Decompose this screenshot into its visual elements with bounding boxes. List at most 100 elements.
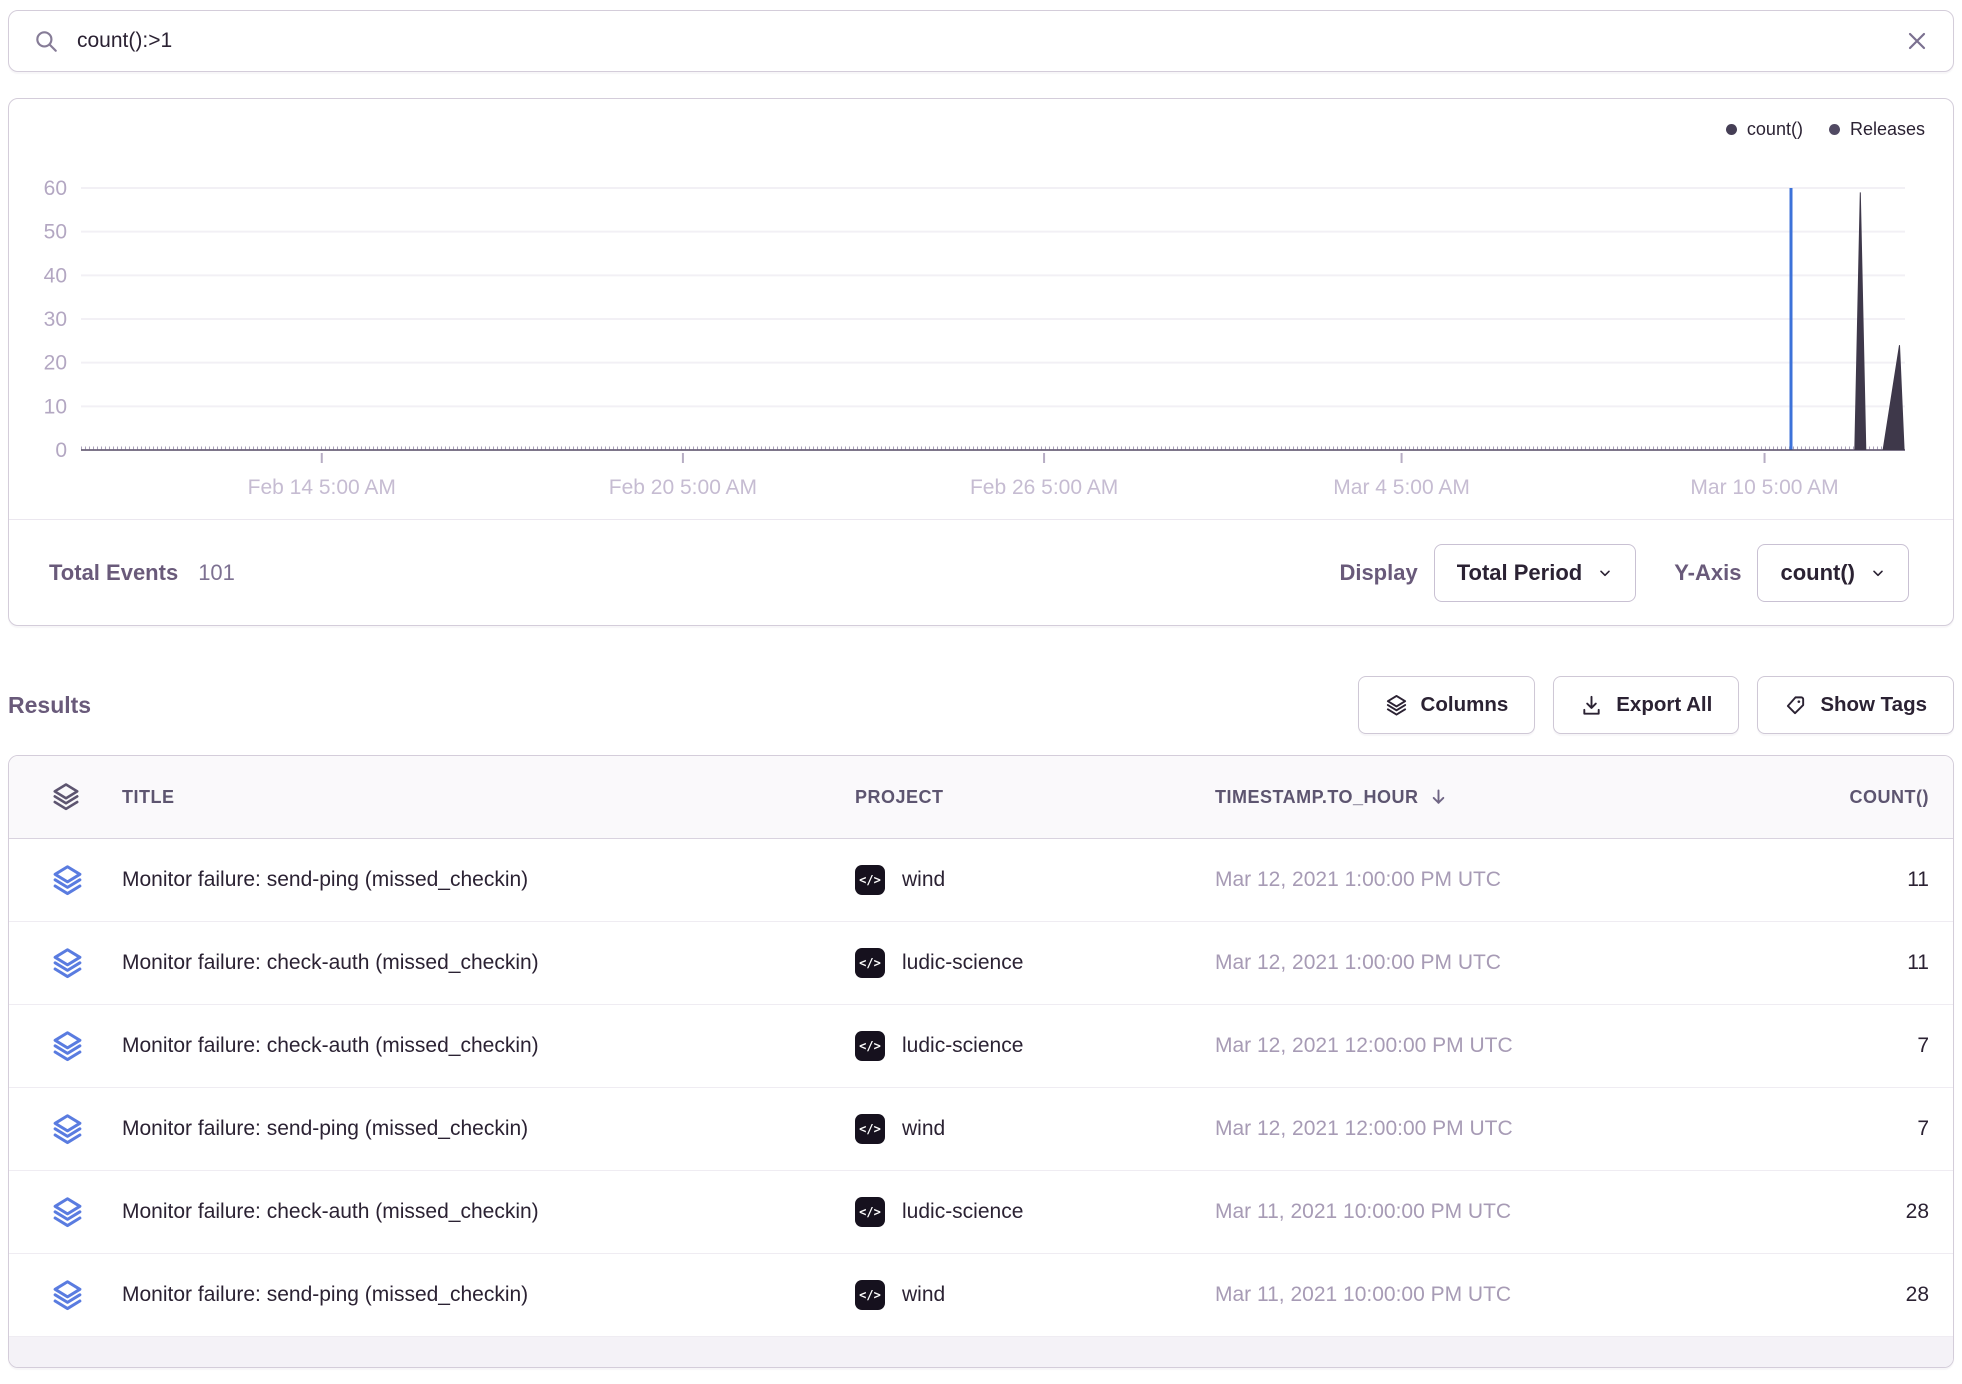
table-row[interactable]: Monitor failure: send-ping (missed_check…: [9, 1088, 1953, 1171]
header-icon-cell: [27, 780, 122, 814]
row-timestamp: Mar 12, 2021 1:00:00 PM UTC: [1215, 868, 1705, 892]
yaxis-select-value: count(): [1780, 560, 1855, 586]
row-count: 11: [1907, 951, 1929, 975]
display-select-value: Total Period: [1457, 560, 1583, 586]
show-tags-button[interactable]: Show Tags: [1757, 676, 1954, 734]
total-events-label: Total Events: [49, 560, 178, 586]
row-count: 28: [1906, 1283, 1929, 1307]
x-axis-tick-label: Feb 26 5:00 AM: [970, 476, 1118, 499]
y-axis-tick-label: 30: [44, 308, 67, 331]
results-table: TITLE PROJECT TIMESTAMP.TO_HOUR COUNT() …: [8, 755, 1954, 1368]
project-name: wind: [902, 1283, 945, 1307]
table-row[interactable]: Monitor failure: send-ping (missed_check…: [9, 1254, 1953, 1337]
results-heading: Results: [8, 692, 91, 719]
project-name: ludic-science: [902, 1200, 1023, 1224]
yaxis-select[interactable]: count(): [1757, 544, 1909, 602]
platform-icon: </>: [855, 865, 885, 895]
row-title[interactable]: Monitor failure: send-ping (missed_check…: [122, 1117, 855, 1141]
project-name: wind: [902, 868, 945, 892]
x-axis-tick-label: Feb 20 5:00 AM: [609, 476, 757, 499]
table-row[interactable]: Monitor failure: check-auth (missed_chec…: [9, 922, 1953, 1005]
platform-icon: </>: [855, 1031, 885, 1061]
row-title[interactable]: Monitor failure: check-auth (missed_chec…: [122, 951, 855, 975]
row-title[interactable]: Monitor failure: send-ping (missed_check…: [122, 1283, 855, 1307]
results-actions: Columns Export All Show Tags: [1358, 676, 1954, 734]
row-icon-cell: [27, 1028, 122, 1065]
column-header-project[interactable]: PROJECT: [855, 787, 1215, 808]
row-title[interactable]: Monitor failure: send-ping (missed_check…: [122, 868, 855, 892]
chevron-down-icon: [1870, 565, 1886, 581]
display-label: Display: [1339, 560, 1417, 586]
platform-icon: </>: [855, 1280, 885, 1310]
table-footer: [9, 1337, 1953, 1367]
row-icon-cell: [27, 1194, 122, 1231]
row-timestamp: Mar 12, 2021 12:00:00 PM UTC: [1215, 1034, 1705, 1058]
legend-label: Releases: [1850, 119, 1925, 140]
row-icon-cell: [27, 1111, 122, 1148]
row-title[interactable]: Monitor failure: check-auth (missed_chec…: [122, 1200, 855, 1224]
table-header: TITLE PROJECT TIMESTAMP.TO_HOUR COUNT(): [9, 756, 1953, 839]
row-icon-cell: [27, 945, 122, 982]
y-axis-tick-label: 0: [55, 439, 67, 462]
project-name: wind: [902, 1117, 945, 1141]
stack-icon: [51, 780, 81, 814]
total-events-value: 101: [198, 560, 235, 586]
legend-item[interactable]: Releases: [1829, 119, 1925, 140]
platform-icon: </>: [855, 1114, 885, 1144]
column-header-count[interactable]: COUNT(): [1850, 787, 1929, 808]
platform-icon: </>: [855, 948, 885, 978]
legend-dot-icon: [1829, 124, 1840, 135]
table-row[interactable]: Monitor failure: send-ping (missed_check…: [9, 839, 1953, 922]
row-project: </> wind: [855, 865, 1215, 895]
row-timestamp: Mar 11, 2021 10:00:00 PM UTC: [1215, 1200, 1705, 1224]
stack-icon: [51, 1277, 84, 1314]
export-all-button[interactable]: Export All: [1553, 676, 1739, 734]
row-project: </> ludic-science: [855, 1031, 1215, 1061]
column-header-timestamp-label: TIMESTAMP.TO_HOUR: [1215, 787, 1419, 808]
stack-icon: [51, 1194, 84, 1231]
project-name: ludic-science: [902, 1034, 1023, 1058]
button-label: Export All: [1616, 693, 1712, 717]
x-axis-tick-label: Feb 14 5:00 AM: [248, 476, 396, 499]
stack-icon: [51, 945, 84, 982]
y-axis-tick-label: 40: [44, 264, 67, 287]
column-header-timestamp[interactable]: TIMESTAMP.TO_HOUR: [1215, 787, 1705, 808]
chart-footer: Total Events 101 Display Total Period Y-…: [9, 519, 1953, 625]
search-input[interactable]: [75, 28, 1901, 54]
row-count: 11: [1907, 868, 1929, 892]
columns-button[interactable]: Columns: [1358, 676, 1536, 734]
row-timestamp: Mar 11, 2021 10:00:00 PM UTC: [1215, 1283, 1705, 1307]
display-select[interactable]: Total Period: [1434, 544, 1637, 602]
row-project: </> wind: [855, 1114, 1215, 1144]
chart-legend: count() Releases: [1726, 119, 1925, 140]
y-axis-tick-label: 20: [44, 352, 67, 375]
row-timestamp: Mar 12, 2021 12:00:00 PM UTC: [1215, 1117, 1705, 1141]
stack-icon: [51, 1028, 84, 1065]
row-count: 28: [1906, 1200, 1929, 1224]
y-axis-tick-label: 60: [44, 177, 67, 200]
download-icon: [1580, 694, 1603, 717]
row-title[interactable]: Monitor failure: check-auth (missed_chec…: [122, 1034, 855, 1058]
platform-icon: </>: [855, 1197, 885, 1227]
table-row[interactable]: Monitor failure: check-auth (missed_chec…: [9, 1005, 1953, 1088]
row-count: 7: [1917, 1034, 1929, 1058]
legend-label: count(): [1747, 119, 1803, 140]
search-icon: [33, 28, 59, 54]
row-timestamp: Mar 12, 2021 1:00:00 PM UTC: [1215, 951, 1705, 975]
results-header: Results Columns Export All Show Tags: [8, 675, 1954, 735]
clear-search-button[interactable]: [1901, 25, 1933, 57]
row-project: </> wind: [855, 1280, 1215, 1310]
row-count: 7: [1917, 1117, 1929, 1141]
stack-icon: [51, 1111, 84, 1148]
x-axis-tick-label: Mar 4 5:00 AM: [1333, 476, 1470, 499]
row-icon-cell: [27, 862, 122, 899]
table-row[interactable]: Monitor failure: check-auth (missed_chec…: [9, 1171, 1953, 1254]
column-header-title[interactable]: TITLE: [122, 787, 855, 808]
event-volume-chart: 0102030405060Feb 14 5:00 AMFeb 20 5:00 A…: [9, 99, 1953, 511]
project-name: ludic-science: [902, 951, 1023, 975]
close-icon: [1905, 29, 1929, 53]
stack-icon: [51, 862, 84, 899]
row-project: </> ludic-science: [855, 948, 1215, 978]
legend-item[interactable]: count(): [1726, 119, 1803, 140]
legend-dot-icon: [1726, 124, 1737, 135]
